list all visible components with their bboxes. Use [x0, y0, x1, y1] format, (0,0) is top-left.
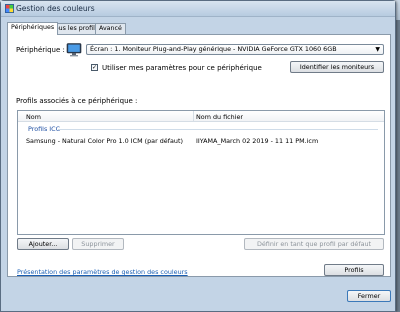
devices-panel: Périphérique : Écran : 1. Moniteur Plug-…	[7, 34, 391, 277]
tab-advanced[interactable]: Avancé	[95, 23, 126, 34]
profiles-list-header: Nom Nom du fichier	[18, 111, 384, 122]
profile-name: Samsung - Natural Color Pro 1.0 ICM (par…	[26, 137, 183, 145]
column-header-name[interactable]: Nom	[26, 113, 41, 121]
add-button[interactable]: Ajouter...	[17, 238, 69, 250]
column-header-filename[interactable]: Nom du fichier	[196, 113, 243, 121]
profile-filename: IIYAMA_March 02 2019 - 11 11 PM.icm	[196, 137, 319, 145]
group-divider	[58, 129, 378, 130]
identify-monitors-button[interactable]: Identifier les moniteurs	[290, 61, 384, 73]
profiles-group-title: Profils ICC	[28, 125, 61, 133]
color-management-window: Gestion des couleurs Périphériques Tous …	[0, 0, 396, 312]
device-label: Périphérique :	[16, 46, 65, 54]
window-title: Gestion des couleurs	[16, 4, 95, 13]
chevron-down-icon: ▼	[375, 46, 380, 53]
device-select-value: Écran : 1. Moniteur Plug-and-Play généri…	[90, 45, 337, 53]
device-select[interactable]: Écran : 1. Moniteur Plug-and-Play généri…	[86, 44, 384, 55]
tab-devices[interactable]: Périphériques	[7, 22, 59, 35]
remove-button[interactable]: Supprimer	[72, 238, 124, 250]
monitor-icon	[66, 43, 82, 57]
close-button[interactable]: Fermer	[347, 290, 391, 302]
color-management-overview-link[interactable]: Présentation des paramètres de gestion d…	[17, 268, 188, 276]
set-default-profile-button[interactable]: Définir en tant que profil par défaut	[244, 238, 384, 250]
use-settings-label: Utiliser mes paramètres pour ce périphér…	[102, 64, 262, 72]
color-management-icon	[5, 4, 14, 13]
title-bar[interactable]: Gestion des couleurs	[1, 1, 395, 17]
profiles-list[interactable]: Nom Nom du fichier Profils ICC Samsung -…	[17, 110, 385, 235]
column-separator[interactable]	[193, 111, 194, 122]
profiles-section-label: Profils associés à ce périphérique :	[16, 97, 138, 105]
use-settings-checkbox[interactable]: ✓	[91, 64, 98, 71]
profiles-button[interactable]: Profils	[324, 264, 384, 276]
